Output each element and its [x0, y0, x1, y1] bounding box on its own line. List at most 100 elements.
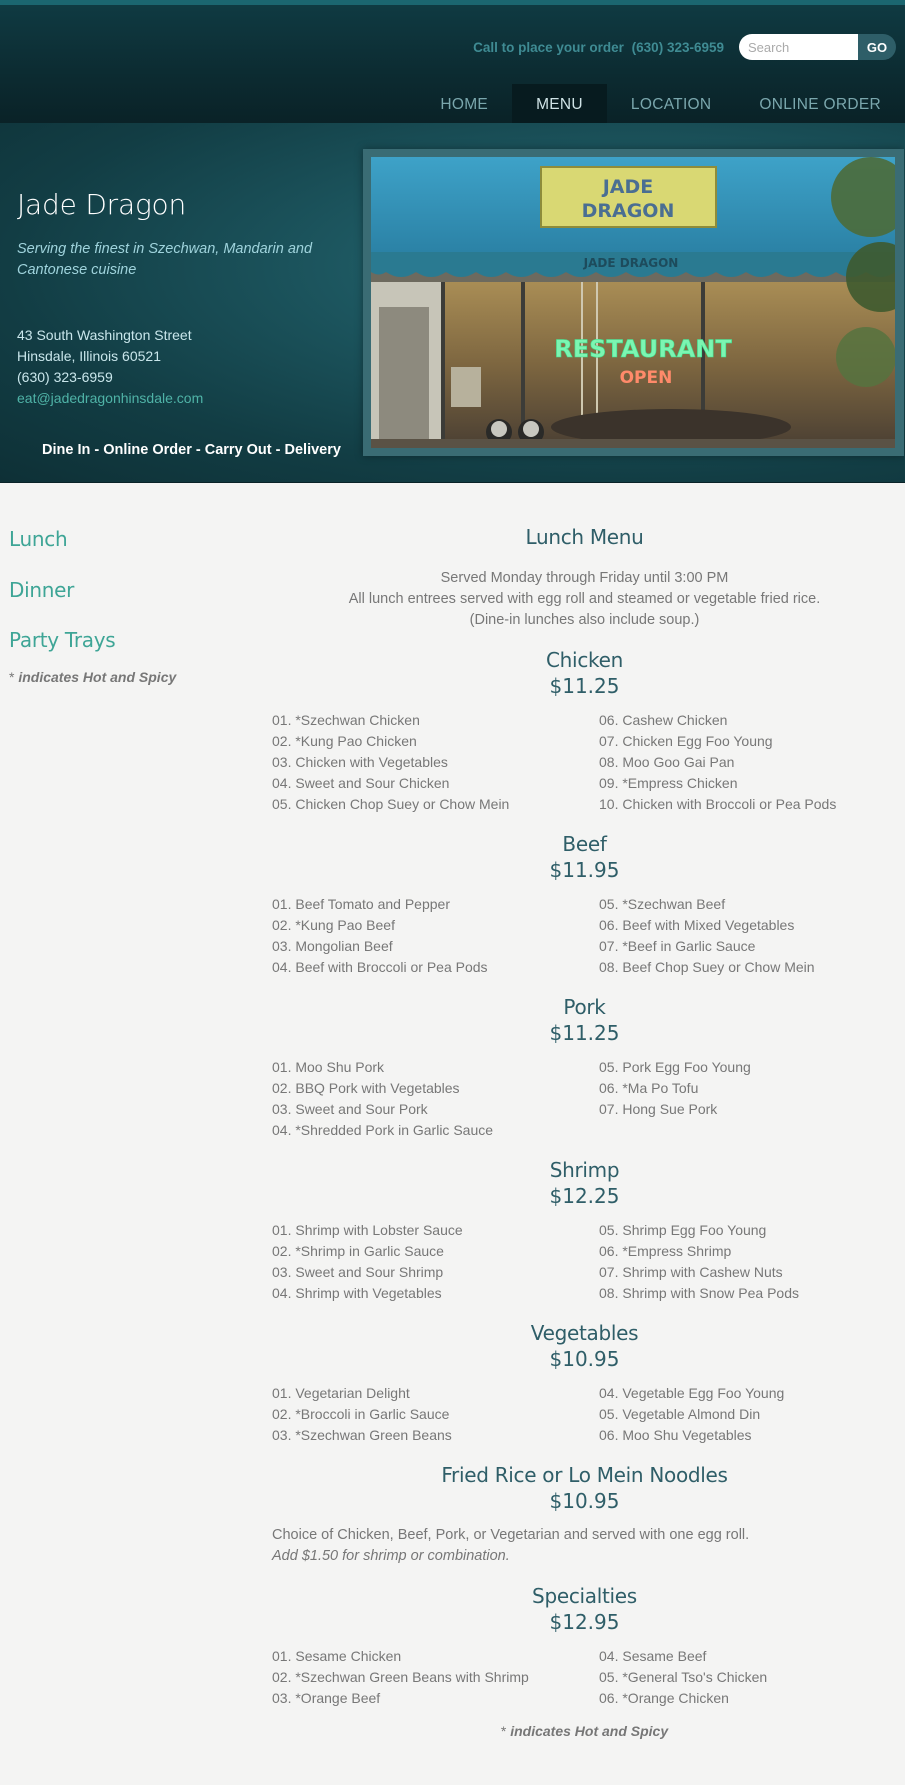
menu-intro: Served Monday through Friday until 3:00 …: [272, 568, 897, 631]
section-name: Beef: [562, 832, 607, 856]
address-line-1: 43 South Washington Street: [17, 327, 192, 343]
menu-item: 01. Shrimp with Lobster Sauce: [272, 1222, 463, 1238]
section-price: $11.25: [549, 674, 620, 698]
menu-item: 02. *Szechwan Green Beans with Shrimp: [272, 1669, 529, 1685]
menu-item: 06. Cashew Chicken: [599, 712, 728, 728]
menu-item: 03. Mongolian Beef: [272, 938, 393, 954]
section-name: Vegetables: [530, 1321, 639, 1345]
contact-info: 43 South Washington Street Hinsdale, Ill…: [17, 325, 203, 409]
menu-item: 05. Pork Egg Foo Young: [599, 1059, 751, 1075]
intro-line: Served Monday through Friday until 3:00 …: [440, 570, 729, 586]
neon-sign: RESTAURANT: [554, 335, 732, 363]
sidebar-link-lunch[interactable]: Lunch: [9, 527, 68, 551]
nav-online-order[interactable]: ONLINE ORDER: [735, 84, 905, 128]
storefront-illustration: JADE DRAGON JADE DRAGON RESTAURANT OPEN: [371, 157, 895, 448]
menu-item: 07. Chicken Egg Foo Young: [599, 733, 773, 749]
hero-phone[interactable]: (630) 323-6959: [17, 367, 203, 388]
storefront-photo: JADE DRAGON JADE DRAGON RESTAURANT OPEN: [371, 157, 895, 448]
menu-item: 03. Chicken with Vegetables: [272, 754, 448, 770]
menu-item: 08. Shrimp with Snow Pea Pods: [599, 1285, 799, 1301]
menu-title: Lunch Menu: [525, 525, 644, 549]
menu-item: 01. Vegetarian Delight: [272, 1385, 410, 1401]
section-name: Specialties: [532, 1584, 637, 1608]
menu-item: 10. Chicken with Broccoli or Pea Pods: [599, 796, 837, 812]
section-name: Pork: [563, 995, 606, 1019]
fried-rice-desc-text: Choice of Chicken, Beef, Pork, or Vegeta…: [272, 1527, 750, 1543]
menu-item: 03. *Szechwan Green Beans: [272, 1427, 452, 1443]
section-price: $12.25: [549, 1184, 620, 1208]
menu-item: 02. *Kung Pao Beef: [272, 917, 395, 933]
top-header: Call to place your order (630) 323-6959 …: [0, 0, 905, 128]
footnote-text: indicates Hot and Spicy: [510, 1723, 669, 1739]
intro-line: All lunch entrees served with egg roll a…: [348, 591, 821, 607]
intro-line: (Dine-in lunches also include soup.): [469, 612, 700, 628]
menu-item: 06. *Ma Po Tofu: [599, 1080, 699, 1096]
menu-item: 07. *Beef in Garlic Sauce: [599, 938, 756, 954]
fried-rice-note: Add $1.50 for shrimp or combination.: [272, 1548, 510, 1564]
spicy-note-text: indicates Hot and Spicy: [18, 669, 177, 685]
menu-item: 08. Moo Goo Gai Pan: [599, 754, 735, 770]
section-name: Shrimp: [549, 1158, 620, 1182]
section-price: $10.95: [549, 1347, 620, 1371]
neon-open-sign: OPEN: [620, 368, 673, 388]
menu-item: 04. Shrimp with Vegetables: [272, 1285, 442, 1301]
menu-item: 04. Sesame Beef: [599, 1648, 707, 1664]
spicy-footnote: * indicates Hot and Spicy: [272, 1723, 897, 1739]
hero-banner: Jade Dragon Serving the finest in Szechw…: [0, 123, 905, 483]
menu-item: 03. Sweet and Sour Pork: [272, 1101, 428, 1117]
menu-item: 01. *Szechwan Chicken: [272, 712, 420, 728]
menu-item: 06. *Empress Shrimp: [599, 1243, 732, 1259]
menu-item: 04. Sweet and Sour Chicken: [272, 775, 450, 791]
fried-rice-description: Choice of Chicken, Beef, Pork, or Vegeta…: [272, 1525, 897, 1567]
footnote-star: *: [500, 1723, 507, 1739]
section-vegetables: Vegetables $10.95 01. Vegetarian Delight…: [272, 1320, 897, 1446]
menu-item: 05. Vegetable Almond Din: [599, 1406, 761, 1422]
section-price: $12.95: [549, 1610, 620, 1634]
section-pork: Pork $11.25 01. Moo Shu Pork 02. BBQ Por…: [272, 994, 897, 1141]
menu-item: 04. *Shredded Pork in Garlic Sauce: [272, 1122, 494, 1138]
menu-item: 02. BBQ Pork with Vegetables: [272, 1080, 460, 1096]
menu-item: 05. Chicken Chop Suey or Chow Mein: [272, 796, 510, 812]
menu-item: 08. Beef Chop Suey or Chow Mein: [599, 959, 815, 975]
menu-item: 02. *Shrimp in Garlic Sauce: [272, 1243, 444, 1259]
lunch-menu: Lunch Menu Served Monday through Friday …: [272, 525, 897, 1739]
sidebar-spicy-note: * indicates Hot and Spicy: [9, 669, 176, 685]
restaurant-name: Jade Dragon: [17, 188, 187, 221]
menu-item: 07. Hong Sue Pork: [599, 1101, 718, 1117]
storefront-photo-frame: JADE DRAGON JADE DRAGON RESTAURANT OPEN: [363, 149, 904, 456]
section-price: $11.25: [549, 1021, 620, 1045]
section-price: $10.95: [549, 1489, 620, 1513]
menu-item: 06. Moo Shu Vegetables: [599, 1427, 752, 1443]
sidebar-link-party-trays[interactable]: Party Trays: [9, 628, 116, 652]
sidebar-link-dinner[interactable]: Dinner: [9, 578, 74, 602]
address-line-2: Hinsdale, Illinois 60521: [17, 348, 161, 364]
menu-item: 01. Sesame Chicken: [272, 1648, 402, 1664]
menu-item: 04. Vegetable Egg Foo Young: [599, 1385, 785, 1401]
menu-item: 09. *Empress Chicken: [599, 775, 738, 791]
menu-item: 02. *Broccoli in Garlic Sauce: [272, 1406, 450, 1422]
nav-menu[interactable]: MENU: [512, 84, 607, 128]
nav-location[interactable]: LOCATION: [607, 84, 735, 128]
section-specialties: Specialties $12.95 01. Sesame Chicken 02…: [272, 1583, 897, 1709]
section-fried-rice: Fried Rice or Lo Mein Noodles $10.95 Cho…: [272, 1462, 897, 1567]
nav-home[interactable]: HOME: [416, 84, 512, 128]
section-name: Chicken: [546, 648, 623, 672]
tagline: Serving the finest in Szechwan, Mandarin…: [17, 241, 313, 278]
menu-item: 01. Moo Shu Pork: [272, 1059, 385, 1075]
email-link[interactable]: eat@jadedragonhinsdale.com: [17, 388, 203, 409]
spicy-star: *: [9, 669, 15, 685]
section-name: Fried Rice or Lo Mein Noodles: [441, 1463, 728, 1487]
section-chicken: Chicken $11.25 01. *Szechwan Chicken 02.…: [272, 647, 897, 815]
call-label: Call to place your order: [473, 40, 624, 55]
section-price: $11.95: [549, 858, 620, 882]
menu-item: 03. *Orange Beef: [272, 1690, 381, 1706]
main-nav: HOME MENU LOCATION ONLINE ORDER: [416, 84, 905, 128]
menu-item: 07. Shrimp with Cashew Nuts: [599, 1264, 783, 1280]
search-input[interactable]: [739, 34, 858, 60]
menu-item: 05. *Szechwan Beef: [599, 896, 726, 912]
header-phone[interactable]: (630) 323-6959: [632, 40, 724, 55]
menu-item: 05. *General Tso's Chicken: [599, 1669, 768, 1685]
menu-item: 06. Beef with Mixed Vegetables: [599, 917, 795, 933]
menu-item: 01. Beef Tomato and Pepper: [272, 896, 450, 912]
search-go-button[interactable]: GO: [858, 34, 896, 60]
